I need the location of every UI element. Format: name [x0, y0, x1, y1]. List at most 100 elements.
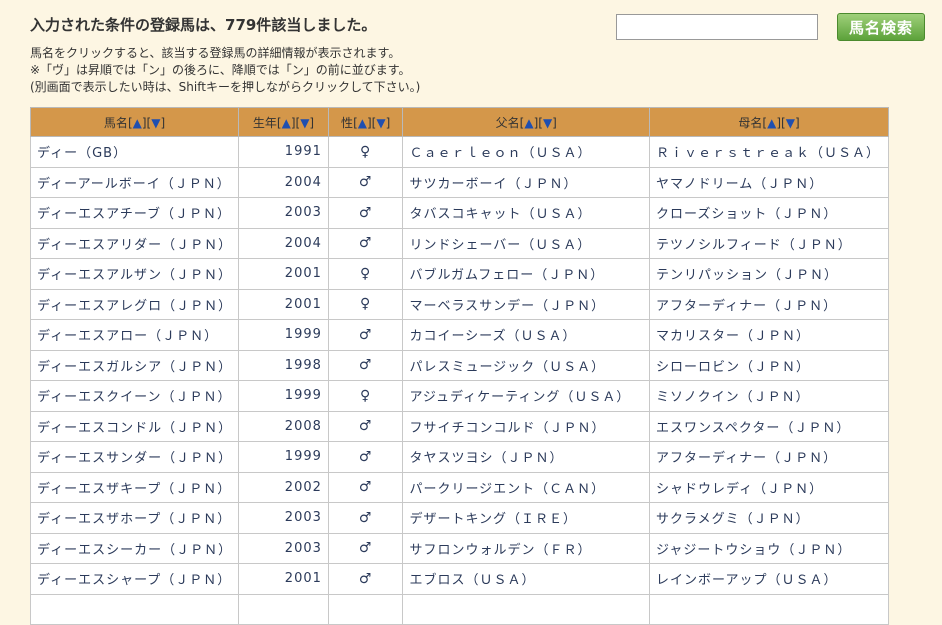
- horse-name-link[interactable]: ディーエスコンドル（ＪＰＮ）: [29, 410, 240, 442]
- table-row: ディーエスコンドル（ＪＰＮ） 2008 ♂ フサイチコンコルド（ＪＰＮ） エスワンスペク…: [29, 410, 889, 442]
- horse-name-link[interactable]: ディーエスシーカー（ＪＰＮ）: [29, 532, 240, 564]
- dam-name: エスワンスペクター（ＪＰＮ）: [649, 410, 889, 442]
- horse-name-link[interactable]: ディーエスアリダー（ＪＰＮ）: [29, 227, 240, 259]
- table-row: ディー（GB） 1991 ♀ Ｃａｅｒｌｅｏｎ（ＵＳＡ） Ｒｉｖｅｒｓｔｒｅａｋ（ＵＳＡ…: [29, 136, 889, 168]
- horse-name-search-button[interactable]: 馬名検索: [837, 13, 925, 41]
- dam-name: ミソノクイン（ＪＰＮ）: [649, 380, 889, 412]
- sort-desc-icon[interactable]: ▼: [376, 116, 385, 130]
- horse-name-link[interactable]: ディーエスサンダー（ＪＰＮ）: [29, 441, 240, 473]
- sort-desc-icon[interactable]: ▼: [151, 116, 160, 130]
- sex-icon: ♂: [327, 502, 404, 534]
- note-sort-order: ※「ヴ」は昇順では「ン」の後ろに、降順では「ン」の前に並びます。: [30, 63, 411, 77]
- column-label: 父名: [495, 115, 520, 130]
- horse-name-search-input[interactable]: [616, 14, 818, 40]
- table-row: ディーエスザホープ（ＪＰＮ） 2003 ♂ デザートキング（ＩＲＥ） サクラメグミ（ＪＰ…: [29, 502, 889, 534]
- table-row: ディーエスアルザン（ＪＰＮ） 2001 ♀ バブルガムフェロー（ＪＰＮ） テンリパッショ…: [29, 258, 889, 290]
- sort-desc-icon[interactable]: ▼: [543, 116, 552, 130]
- sex-icon: ♂: [327, 227, 404, 259]
- dam-name: サクラメグミ（ＪＰＮ）: [649, 502, 889, 534]
- sex-icon: ♀: [327, 258, 404, 290]
- sex-icon: ♂: [327, 563, 404, 595]
- sex-icon: ♂: [327, 532, 404, 564]
- table-row: ディーエスアチーブ（ＪＰＮ） 2003 ♂ タバスコキャット（ＵＳＡ） クローズショット…: [29, 197, 889, 229]
- horse-name-link[interactable]: ディーエスザホープ（ＪＰＮ）: [29, 502, 240, 534]
- sort-desc-icon[interactable]: ▼: [786, 116, 795, 130]
- sort-asc-icon[interactable]: ▲: [767, 116, 776, 130]
- dam-name: マカリスター（ＪＰＮ）: [649, 319, 889, 351]
- sex-icon: ♀: [327, 136, 404, 168]
- sire-name: サフロンウォルデン（ＦＲ）: [402, 532, 651, 564]
- column-label: 馬名: [103, 115, 128, 130]
- horse-name-link[interactable]: ディーエスアチーブ（ＪＰＮ）: [29, 197, 240, 229]
- birth-year: 2001: [238, 258, 329, 290]
- result-count-title: 入力された条件の登録馬は、779件該当しました。: [30, 16, 377, 34]
- sort-asc-icon[interactable]: ▲: [133, 116, 142, 130]
- dam-name: アフターディナー（ＪＰＮ）: [649, 441, 889, 473]
- dam-name: テツノシルフィード（ＪＰＮ）: [649, 227, 889, 259]
- sex-icon: ♂: [327, 197, 404, 229]
- birth-year: 1998: [238, 349, 329, 381]
- sex-icon: ♂: [327, 441, 404, 473]
- sex-icon: ♂: [327, 319, 404, 351]
- sire-name: リンドシェーバー（ＵＳＡ）: [402, 227, 651, 259]
- sex-icon: ♀: [327, 288, 404, 320]
- sire-name: パレスミュージック（ＵＳＡ）: [402, 349, 651, 381]
- sort-asc-icon[interactable]: ▲: [358, 116, 367, 130]
- horse-name-link[interactable]: ディーエスアロー（ＪＰＮ）: [29, 319, 240, 351]
- table-row: ディーエスアロー（ＪＰＮ） 1999 ♂ カコイーシーズ（ＵＳＡ） マカリスター（ＪＰＮ…: [29, 319, 889, 351]
- horse-name-link[interactable]: ディーエスザキープ（ＪＰＮ）: [29, 471, 240, 503]
- sire-name: カコイーシーズ（ＵＳＡ）: [402, 319, 651, 351]
- table-row: ディーエスザキープ（ＪＰＮ） 2002 ♂ パークリージエント（ＣＡＮ） シャドウレディ…: [29, 471, 889, 503]
- sex-icon: [327, 593, 404, 625]
- sex-icon: ♂: [327, 410, 404, 442]
- table-row: ディーエスクイーン（ＪＰＮ） 1999 ♀ アジュディケーティング（ＵＳＡ） ミソノクイ…: [29, 380, 889, 412]
- horse-name-link[interactable]: ディーエスアレグロ（ＪＰＮ）: [29, 288, 240, 320]
- table-body: ディー（GB） 1991 ♀ Ｃａｅｒｌｅｏｎ（ＵＳＡ） Ｒｉｖｅｒｓｔｒｅａｋ（ＵＳＡ…: [29, 136, 889, 625]
- note-click-name: 馬名をクリックすると、該当する登録馬の詳細情報が表示されます。: [30, 46, 401, 60]
- birth-year: 1999: [238, 319, 329, 351]
- sire-name: Ｃａｅｒｌｅｏｎ（ＵＳＡ）: [402, 136, 651, 168]
- sire-name: バブルガムフェロー（ＪＰＮ）: [402, 258, 651, 290]
- table-row: [29, 593, 889, 625]
- sex-icon: ♂: [327, 349, 404, 381]
- horse-name-link[interactable]: ディーエスシャープ（ＪＰＮ）: [29, 563, 240, 595]
- table-row: ディーエスサンダー（ＪＰＮ） 1999 ♂ タヤスツヨシ（ＪＰＮ） アフターディナー（Ｊ…: [29, 441, 889, 473]
- horse-name-link[interactable]: ディー（GB）: [29, 136, 240, 168]
- table-row: ディーエスガルシア（ＪＰＮ） 1998 ♂ パレスミュージック（ＵＳＡ） シローロビン（…: [29, 349, 889, 381]
- birth-year: 2001: [238, 563, 329, 595]
- birth-year: [238, 593, 329, 625]
- sort-asc-icon[interactable]: ▲: [282, 116, 291, 130]
- horse-name-link[interactable]: ディーエスクイーン（ＪＰＮ）: [29, 380, 240, 412]
- sort-desc-icon[interactable]: ▼: [300, 116, 309, 130]
- dam-name: レインボーアップ（ＵＳＡ）: [649, 563, 889, 595]
- table-row: ディーアールボーイ（ＪＰＮ） 2004 ♂ サツカーボーイ（ＪＰＮ） ヤマノドリーム（Ｊ…: [29, 166, 889, 198]
- table-row: ディーエスシャープ（ＪＰＮ） 2001 ♂ エブロス（ＵＳＡ） レインボーアップ（ＵＳＡ…: [29, 563, 889, 595]
- column-label: 生年: [252, 115, 277, 130]
- sire-name: マーベラスサンデー（ＪＰＮ）: [402, 288, 651, 320]
- birth-year: 2008: [238, 410, 329, 442]
- column-header-name: 馬名[▲][▼]: [29, 107, 240, 137]
- dam-name: [649, 593, 889, 625]
- sort-asc-icon[interactable]: ▲: [524, 116, 533, 130]
- sire-name: タバスコキャット（ＵＳＡ）: [402, 197, 651, 229]
- column-header-year: 生年[▲][▼]: [238, 107, 329, 137]
- column-label: 性: [341, 115, 354, 130]
- birth-year: 1991: [238, 136, 329, 168]
- birth-year: 2004: [238, 166, 329, 198]
- birth-year: 2003: [238, 197, 329, 229]
- instructions: 馬名をクリックすると、該当する登録馬の詳細情報が表示されます。 ※「ヴ」は昇順で…: [30, 45, 420, 96]
- horse-name-link[interactable]: ディーエスアルザン（ＪＰＮ）: [29, 258, 240, 290]
- column-header-sire: 父名[▲][▼]: [402, 107, 651, 137]
- sex-icon: ♂: [327, 166, 404, 198]
- horse-list-table: 馬名[▲][▼] 生年[▲][▼] 性[▲][▼] 父名[▲][▼] 母名[▲]…: [29, 107, 889, 625]
- sire-name: パークリージエント（ＣＡＮ）: [402, 471, 651, 503]
- sire-name: エブロス（ＵＳＡ）: [402, 563, 651, 595]
- table-row: ディーエスアレグロ（ＪＰＮ） 2001 ♀ マーベラスサンデー（ＪＰＮ） アフターディナ…: [29, 288, 889, 320]
- birth-year: 2002: [238, 471, 329, 503]
- horse-name-link[interactable]: [29, 593, 240, 625]
- dam-name: シャドウレディ（ＪＰＮ）: [649, 471, 889, 503]
- sex-icon: ♂: [327, 471, 404, 503]
- horse-name-link[interactable]: ディーエスガルシア（ＪＰＮ）: [29, 349, 240, 381]
- horse-name-link[interactable]: ディーアールボーイ（ＪＰＮ）: [29, 166, 240, 198]
- birth-year: 2003: [238, 502, 329, 534]
